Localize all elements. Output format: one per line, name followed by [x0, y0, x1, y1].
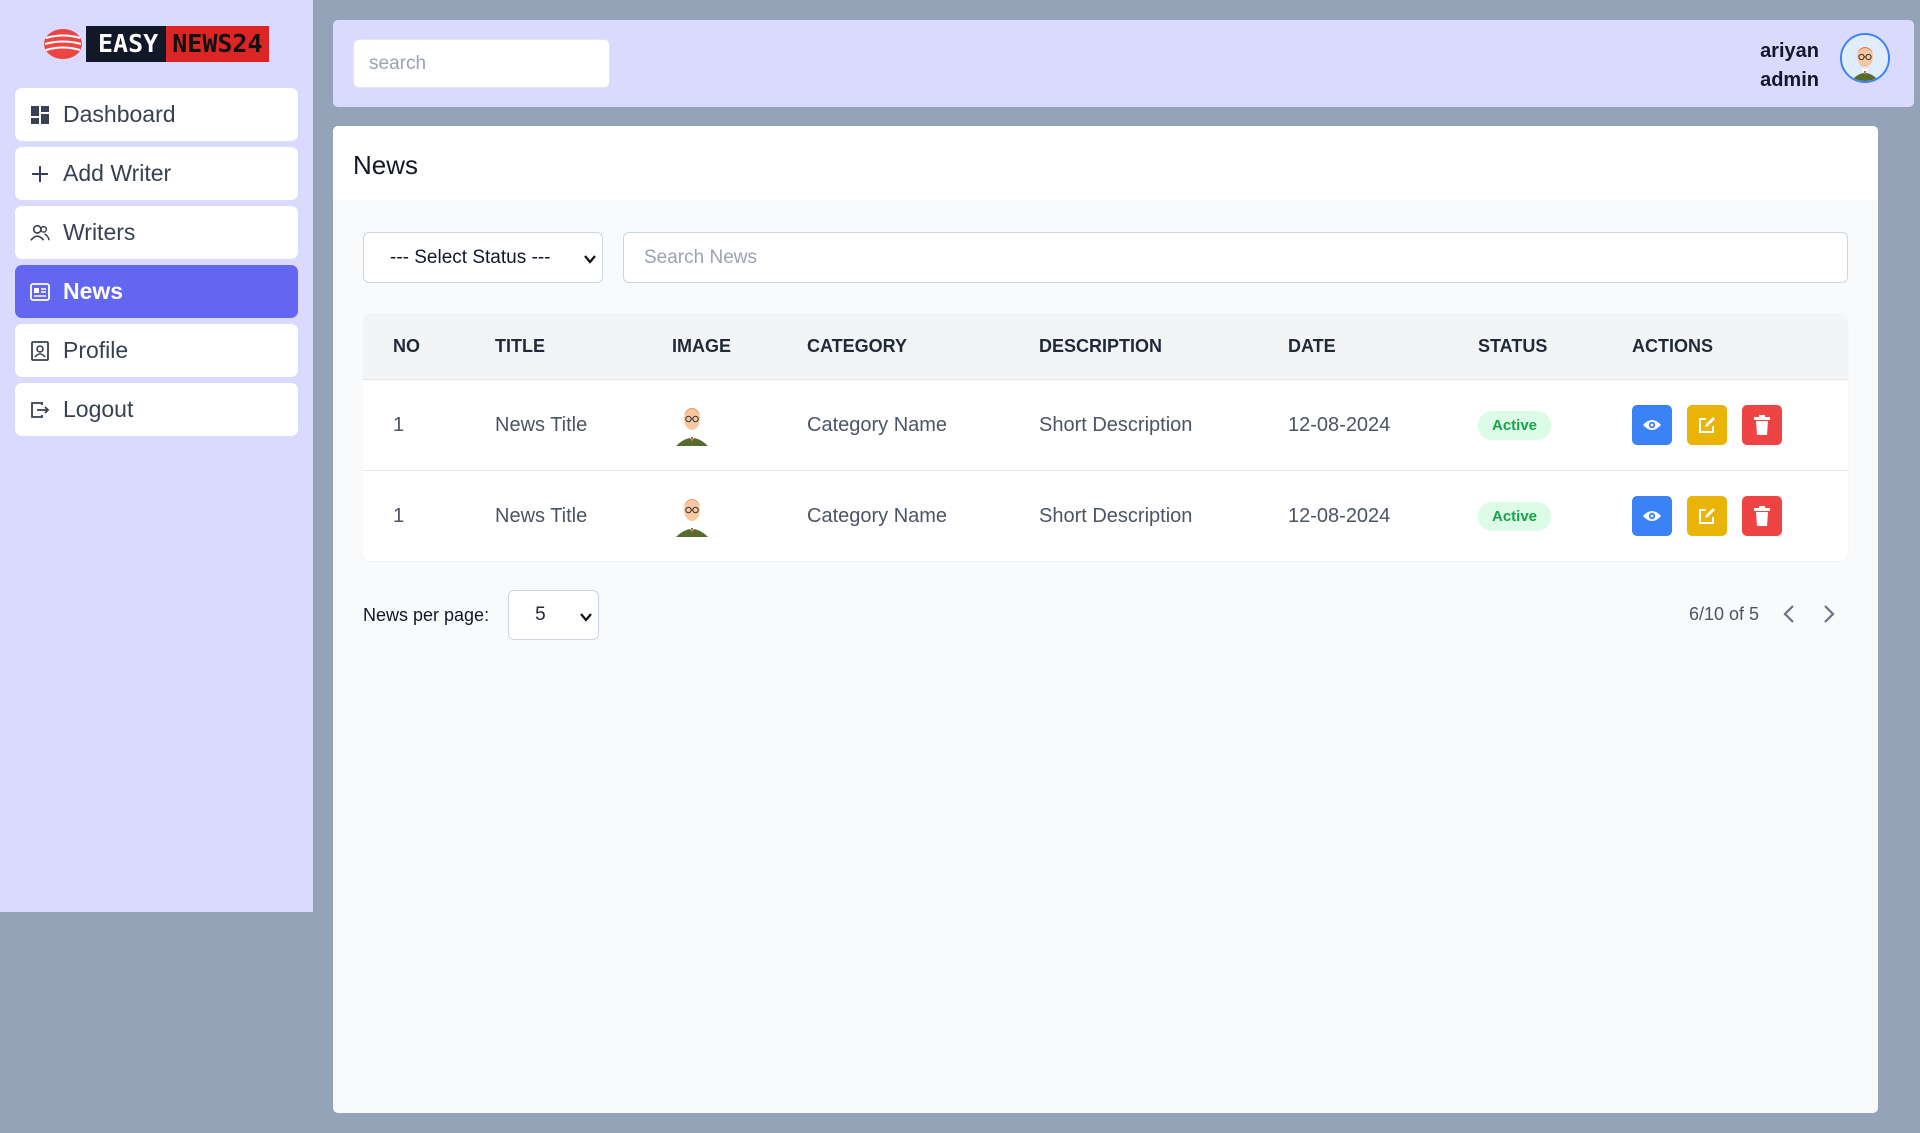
user-name: ariyan: [1760, 40, 1819, 62]
sidebar-nav: Dashboard Add Writer Writers News Profil…: [15, 88, 298, 442]
sidebar-item-label: Dashboard: [63, 101, 176, 127]
per-page-control: News per page: 5: [363, 590, 600, 640]
delete-button[interactable]: [1742, 496, 1782, 536]
eye-icon: [1643, 420, 1661, 430]
sidebar-item-label: Logout: [63, 396, 134, 422]
column-header-date[interactable]: DATE: [1288, 336, 1336, 357]
pagination: 6/10 of 5: [1689, 600, 1839, 628]
cell-description: Short Description: [1039, 504, 1193, 527]
sidebar-item-label: Profile: [63, 337, 129, 363]
news-panel: News --- Select Status --- NO TITLE IMAG…: [333, 126, 1878, 1113]
trash-icon: [1754, 415, 1770, 435]
chevron-left-icon: [1783, 605, 1794, 623]
sidebar-item-profile[interactable]: Profile: [15, 324, 298, 377]
news-thumbnail: [672, 398, 712, 452]
eye-icon: [1643, 511, 1661, 521]
newspaper-icon: [30, 282, 50, 302]
brand-easy: EASY: [86, 26, 167, 62]
sidebar: EASY NEWS24 Dashboard Add Writer Writers: [0, 0, 313, 912]
column-header-status[interactable]: STATUS: [1478, 336, 1547, 357]
plus-icon: [30, 164, 50, 184]
dashboard-icon: [30, 105, 50, 125]
column-header-no[interactable]: NO: [393, 336, 420, 357]
cell-no: 1: [393, 504, 405, 527]
sidebar-item-add-writer[interactable]: Add Writer: [15, 147, 298, 200]
pagination-range: 6/10 of 5: [1688, 603, 1759, 624]
sidebar-item-news[interactable]: News: [15, 265, 298, 318]
sidebar-item-label: Writers: [63, 219, 136, 245]
cell-description: Short Description: [1039, 413, 1193, 436]
users-icon: [30, 223, 50, 243]
column-header-category[interactable]: CATEGORY: [807, 336, 907, 357]
per-page-select[interactable]: 5: [508, 590, 600, 640]
cell-no: 1: [393, 413, 405, 436]
logout-icon: [30, 400, 50, 420]
cell-title: News Title: [495, 504, 588, 527]
page-title: News: [333, 126, 1878, 200]
profile-icon: [30, 340, 50, 361]
delete-button[interactable]: [1742, 405, 1782, 445]
view-button[interactable]: [1632, 405, 1672, 445]
status-badge: Active: [1478, 410, 1552, 440]
status-badge: Active: [1478, 501, 1552, 531]
sidebar-item-logout[interactable]: Logout: [15, 383, 298, 436]
column-header-image[interactable]: IMAGE: [672, 336, 731, 357]
column-header-title[interactable]: TITLE: [495, 336, 545, 357]
brand-logo[interactable]: EASY NEWS24: [43, 25, 269, 63]
header-search-input[interactable]: [353, 39, 610, 88]
view-button[interactable]: [1632, 496, 1672, 536]
cell-date: 12-08-2024: [1288, 413, 1391, 436]
column-header-description[interactable]: DESCRIPTION: [1039, 336, 1162, 357]
avatar[interactable]: [1840, 33, 1890, 83]
cell-title: News Title: [495, 413, 588, 436]
top-header: ariyan admin: [333, 20, 1914, 107]
trash-icon: [1754, 506, 1770, 526]
per-page-value: 5: [535, 604, 546, 625]
chevron-down-icon: [583, 250, 597, 272]
edit-icon: [1699, 417, 1715, 433]
edit-icon: [1699, 508, 1715, 524]
table-header: NO TITLE IMAGE CATEGORY DESCRIPTION DATE…: [363, 313, 1848, 379]
status-select[interactable]: --- Select Status ---: [363, 232, 603, 283]
table-row[interactable]: 1 News Title Category Name Short Descrip…: [363, 470, 1848, 561]
user-role: admin: [1760, 69, 1819, 91]
next-page-button[interactable]: [1819, 600, 1839, 628]
row-actions: [1632, 496, 1782, 536]
cell-date: 12-08-2024: [1288, 504, 1391, 527]
per-page-label: News per page:: [363, 604, 490, 625]
sidebar-item-label: Add Writer: [63, 160, 172, 186]
status-select-value: --- Select Status ---: [390, 246, 551, 268]
globe-logo-icon: [43, 25, 83, 63]
edit-button[interactable]: [1687, 405, 1727, 445]
user-info: ariyan admin: [1760, 37, 1819, 95]
sidebar-item-label: News: [63, 278, 124, 304]
filters-bar: --- Select Status ---: [363, 232, 1848, 284]
chevron-down-icon: [579, 608, 593, 630]
brand-news24: NEWS24: [166, 26, 269, 62]
news-thumbnail: [672, 489, 712, 543]
sidebar-item-writers[interactable]: Writers: [15, 206, 298, 259]
row-actions: [1632, 405, 1782, 445]
news-table: NO TITLE IMAGE CATEGORY DESCRIPTION DATE…: [363, 313, 1848, 561]
news-search-input[interactable]: [623, 232, 1848, 283]
cell-category: Category Name: [807, 413, 948, 436]
cell-category: Category Name: [807, 504, 948, 527]
sidebar-item-dashboard[interactable]: Dashboard: [15, 88, 298, 141]
table-row[interactable]: 1 News Title Category Name Short Descrip…: [363, 379, 1848, 470]
column-header-actions: ACTIONS: [1632, 335, 1713, 356]
chevron-right-icon: [1824, 605, 1835, 623]
edit-button[interactable]: [1687, 496, 1727, 536]
previous-page-button[interactable]: [1779, 600, 1799, 628]
